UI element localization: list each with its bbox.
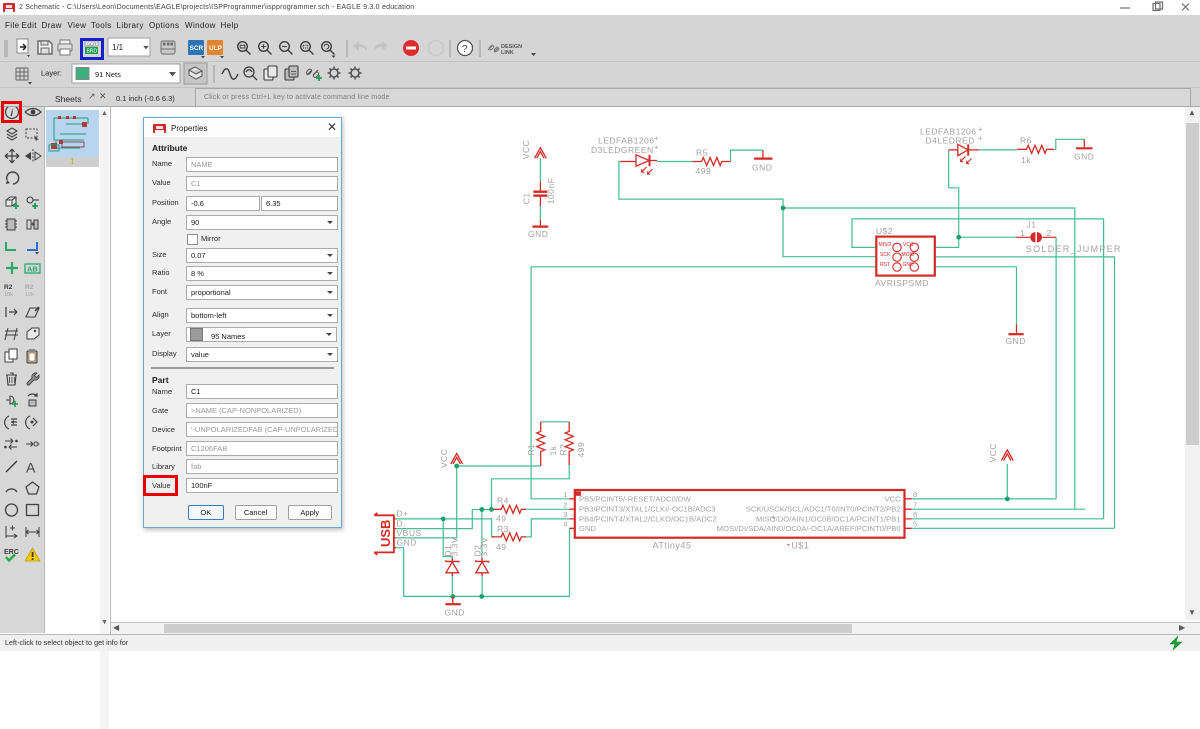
svg-text:SCK/USCK/SCL/ADC1/T0/INT0/PCIN: SCK/USCK/SCL/ADC1/T0/INT0/PCINT2/PB2 [746,505,901,514]
svg-text:1: 1 [563,490,567,499]
svg-text:R1: R1 [526,444,536,456]
svg-text:PB3/PCINT3/XTAL1/CLKI/-OC1B/AD: PB3/PCINT3/XTAL1/CLKI/-OC1B/ADC3 [579,505,716,514]
svg-text:10k: 10k [25,292,34,298]
svg-text:VBUS: VBUS [397,528,422,538]
svg-text:5: 5 [913,520,917,529]
svg-text:AVRISPSMD: AVRISPSMD [875,278,929,288]
svg-text:R2: R2 [558,444,568,456]
svg-text:VCC: VCC [439,449,449,468]
svg-text:1: 1 [1020,228,1025,238]
svg-text:GND: GND [528,229,548,239]
svg-text:VCC: VCC [988,443,998,462]
svg-text:D4LEDRED: D4LEDRED [926,136,975,146]
svg-text:MOSI/DI/SDA/AIN0/OC0A/-OC1A/AR: MOSI/DI/SDA/AIN0/OC0A/-OC1A/AREF/PCINT0/… [717,524,901,533]
svg-text:A: A [26,460,36,476]
svg-text:VCC: VCC [521,140,531,159]
svg-text:SOLDER_JUMPER: SOLDER_JUMPER [1026,244,1122,254]
svg-text:4: 4 [563,520,567,529]
svg-text:GND: GND [1006,336,1026,346]
svg-text:J1: J1 [1027,220,1037,230]
svg-text:499: 499 [696,166,712,176]
svg-text:MOSI: MOSI [902,252,915,258]
svg-text:R6: R6 [1020,136,1032,146]
svg-text:AB: AB [27,265,38,274]
svg-text:+: + [654,134,659,143]
svg-text:+: + [787,543,791,549]
svg-text:+: + [654,143,659,152]
svg-text:R4: R4 [497,495,509,505]
svg-text:R5: R5 [696,148,708,158]
svg-text:R2: R2 [25,284,34,291]
svg-text:ULP: ULP [209,45,223,52]
svg-text:GND: GND [1074,152,1094,162]
svg-text:3.3V: 3.3V [479,537,489,557]
svg-text:MISO/DO/AIN1/OC0B/OC1A/PCINT1/: MISO/DO/AIN1/OC0B/OC1A/PCINT1/PB1 [756,514,901,523]
svg-text:49: 49 [496,542,506,552]
svg-text:91 Nets: 91 Nets [95,70,121,79]
svg-text:100nF: 100nF [546,178,556,205]
svg-text:PB5/PCINT5/-RESET/ADC0/DW: PB5/PCINT5/-RESET/ADC0/DW [579,494,692,503]
svg-text:GND: GND [397,538,417,548]
svg-text:49: 49 [496,513,506,523]
svg-text:D.: D. [397,518,407,528]
svg-text:10k: 10k [4,292,13,298]
svg-text:499: 499 [576,442,586,458]
svg-text:R3: R3 [497,524,509,534]
svg-text:+: + [978,125,983,134]
svg-text:+: + [978,134,983,143]
svg-text:1k: 1k [548,445,558,455]
svg-text:GND: GND [445,608,465,618]
svg-text:8: 8 [913,490,917,499]
svg-text:1/1: 1/1 [112,43,124,52]
svg-text:1k: 1k [1021,155,1031,165]
svg-text:3: 3 [563,510,567,519]
svg-text:R2: R2 [4,284,13,291]
svg-text:2: 2 [1047,228,1052,238]
svg-text:SCK: SCK [880,252,891,258]
svg-text:MISO: MISO [879,242,892,248]
svg-text:LINK: LINK [501,50,514,56]
svg-text:ERC: ERC [4,549,19,556]
svg-text:Layer:: Layer: [41,69,62,78]
svg-text:?: ? [462,44,468,55]
svg-text:VCC: VCC [903,242,914,248]
svg-text:GND: GND [752,162,772,172]
svg-text:D3LEDGREEN: D3LEDGREEN [591,145,654,155]
svg-text:U$2: U$2 [876,226,893,236]
svg-text:6: 6 [913,510,917,519]
svg-text:VCC: VCC [885,494,902,503]
svg-text:PB4/PCINT4/XTAL2/CLKO/OC1B/ADC: PB4/PCINT4/XTAL2/CLKO/OC1B/ADC2 [579,514,717,523]
svg-text:U$1: U$1 [791,541,809,551]
svg-text:C1: C1 [522,192,532,204]
svg-text:3.3V: 3.3V [450,537,460,557]
svg-text:D+: D+ [397,509,409,519]
svg-text:GND: GND [903,262,915,268]
svg-text:GND: GND [579,524,596,533]
svg-text:SCR: SCR [190,45,204,52]
svg-text:USB: USB [378,520,393,547]
svg-text:2: 2 [563,500,567,509]
svg-text:7: 7 [913,500,917,509]
svg-text:RST: RST [880,262,890,268]
svg-text:ATtiny45: ATtiny45 [653,540,692,550]
